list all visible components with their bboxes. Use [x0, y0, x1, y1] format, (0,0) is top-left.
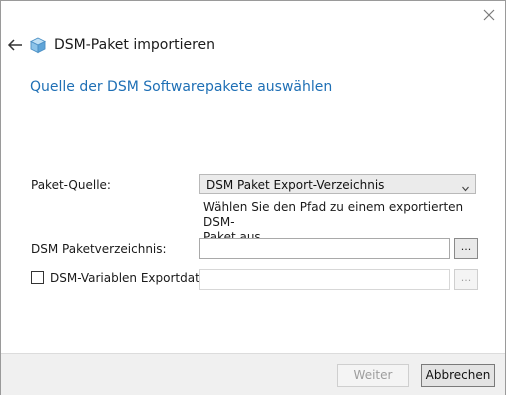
source-label: Paket-Quelle:	[31, 178, 111, 192]
var-checkbox[interactable]	[31, 271, 44, 284]
footer-bar: Weiter Abbrechen	[1, 353, 505, 395]
cancel-button[interactable]: Abbrechen	[421, 364, 495, 387]
close-icon[interactable]	[481, 7, 497, 23]
next-button[interactable]: Weiter	[337, 364, 409, 387]
page-heading: Quelle der DSM Softwarepakete auswählen	[30, 79, 333, 95]
package-icon	[29, 36, 47, 54]
back-arrow-icon[interactable]	[7, 38, 23, 52]
source-select[interactable]: DSM Paket Export-Verzeichnis	[199, 174, 476, 194]
dialog-window: DSM-Paket importieren Quelle der DSM Sof…	[0, 0, 506, 395]
var-input[interactable]	[199, 269, 450, 290]
source-select-value: DSM Paket Export-Verzeichnis	[206, 178, 385, 192]
var-browse-button[interactable]: ...	[454, 269, 478, 290]
dialog-title: DSM-Paket importieren	[54, 37, 216, 53]
dir-input[interactable]	[199, 238, 450, 259]
hint-line-1: Wählen Sie den Pfad zu einem exportierte…	[203, 200, 464, 229]
var-label: DSM-Variablen Exportdatei:	[50, 271, 215, 285]
dir-label: DSM Paketverzeichnis:	[31, 242, 167, 256]
dir-browse-button[interactable]: ...	[454, 238, 478, 259]
chevron-down-icon	[462, 181, 469, 192]
